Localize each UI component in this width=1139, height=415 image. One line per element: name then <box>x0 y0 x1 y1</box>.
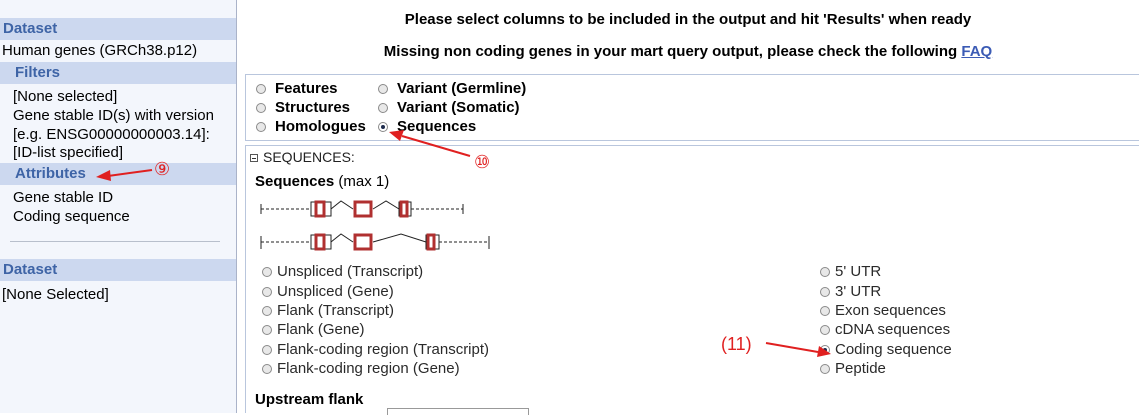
annotation-arrows <box>96 130 831 357</box>
annotation-10: ⑩ <box>474 152 491 172</box>
annotation-9: ⑨ <box>154 159 171 179</box>
annotation-11: (11) <box>721 334 752 354</box>
